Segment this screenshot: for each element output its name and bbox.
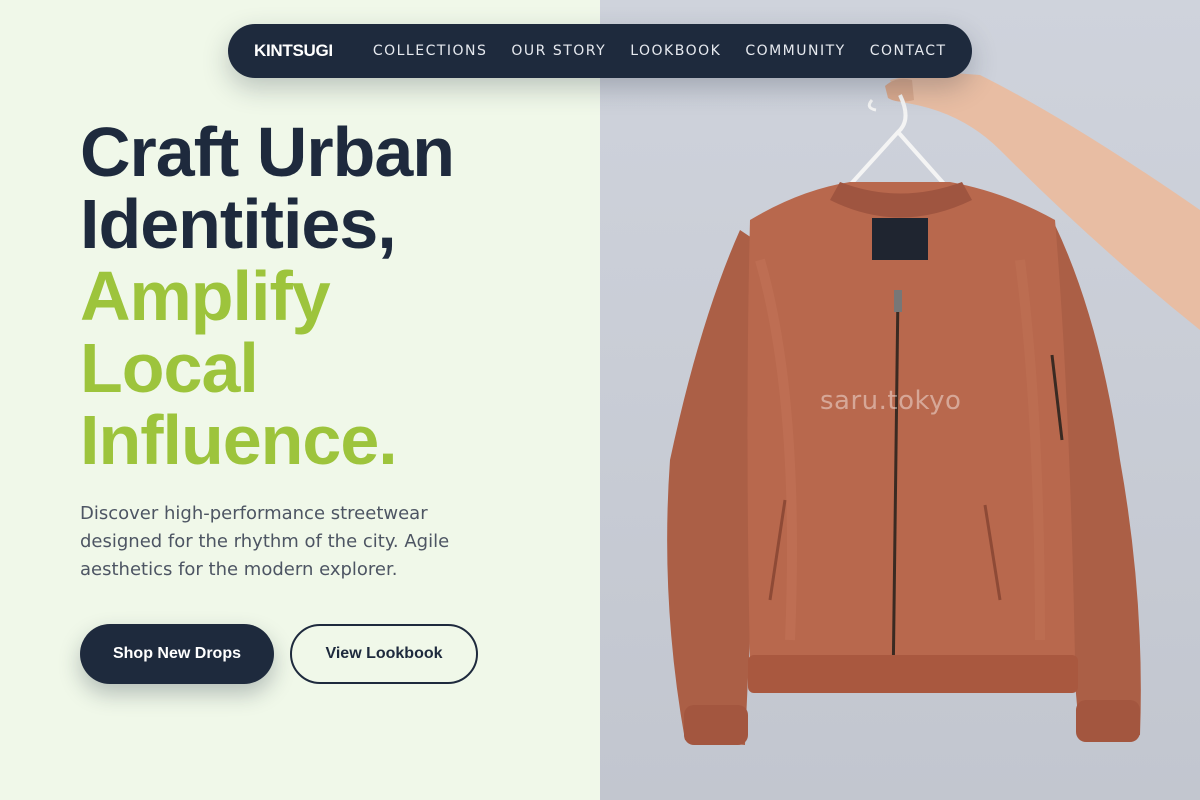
- headline-line-3: Amplify: [80, 257, 331, 335]
- image-watermark: saru.tokyo: [820, 386, 962, 416]
- nav-link-lookbook[interactable]: LOOKBOOK: [630, 43, 721, 59]
- nav-link-contact[interactable]: CONTACT: [870, 43, 947, 59]
- headline-line-2: Identities,: [80, 185, 397, 263]
- nav-link-community[interactable]: COMMUNITY: [745, 43, 845, 59]
- headline-line-5: Influence.: [80, 401, 398, 479]
- nav-link-collections[interactable]: COLLECTIONS: [373, 43, 488, 59]
- hero-product-image: saru.tokyo: [600, 0, 1200, 800]
- hero-headline: Craft Urban Identities, Amplify Local In…: [80, 113, 455, 479]
- hero-description: Discover high-performance streetwear des…: [80, 503, 450, 580]
- nav-link-our-story[interactable]: OUR STORY: [511, 43, 606, 59]
- top-navigation: KINTSUGI COLLECTIONS OUR STORY LOOKBOOK …: [228, 24, 972, 78]
- brand-logo[interactable]: KINTSUGI: [254, 41, 333, 61]
- headline-line-4: Local: [80, 329, 259, 407]
- headline-line-1: Craft Urban: [80, 113, 455, 191]
- nav-links: COLLECTIONS OUR STORY LOOKBOOK COMMUNITY…: [373, 43, 947, 59]
- shop-new-drops-button[interactable]: Shop New Drops: [80, 624, 274, 684]
- hero-section: Craft Urban Identities, Amplify Local In…: [0, 0, 600, 800]
- view-lookbook-button[interactable]: View Lookbook: [290, 624, 478, 684]
